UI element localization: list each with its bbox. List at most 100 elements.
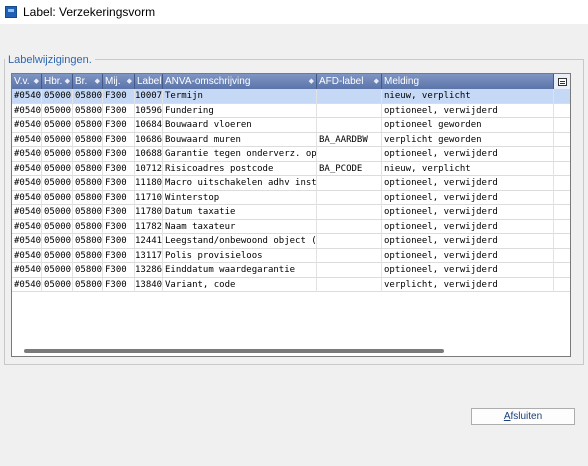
cell-hbr: 05000 — [44, 118, 73, 132]
cell-label: 11780 — [135, 205, 163, 219]
cell-melding: verplicht, verwijderd — [382, 277, 554, 292]
cell-filler — [554, 191, 570, 205]
cell-hbr: 05000 — [44, 205, 73, 219]
cell-hbr: 05000 — [44, 190, 73, 205]
cell-br: 05800 — [75, 89, 103, 103]
column-header-label: ANVA-omschrijving — [165, 76, 251, 87]
cell-melding: nieuw, verplicht — [382, 161, 554, 176]
cell-hbr: 05000 — [44, 234, 73, 248]
cell-mij: F300 — [103, 176, 135, 190]
table-row[interactable]: #0540 05000 05800 F300 10688 Garantie tegen o… — [12, 147, 570, 162]
app-icon — [5, 6, 17, 18]
column-chooser-button[interactable] — [554, 74, 570, 89]
cell-filler — [554, 249, 570, 263]
cell-afd-label — [317, 103, 382, 118]
table-row[interactable]: #0540 05000 05800 F300 10712 Risicoadres post… — [12, 161, 570, 176]
cell-afd-label — [317, 248, 382, 263]
cell-hbr: 05000 — [44, 219, 73, 234]
cell-hbr: 05000 — [44, 89, 73, 103]
table-row[interactable]: #0540 05000 05800 F300 11782 Naam taxateur opt… — [12, 219, 570, 234]
cell-afd-label — [317, 277, 382, 292]
close-button[interactable]: Afsluiten — [471, 408, 575, 425]
scrollbar-thumb[interactable] — [24, 349, 444, 353]
cell-omschrijving: Polis provisieloos — [163, 248, 317, 263]
cell-br: 05800 — [75, 176, 103, 190]
cell-mij: F300 — [103, 219, 135, 234]
cell-omschrijving: Termijn — [163, 89, 317, 103]
column-header-label: Br. — [75, 76, 88, 87]
horizontal-scrollbar[interactable] — [12, 346, 570, 356]
cell-filler — [554, 220, 570, 234]
cell-label: 12441 — [135, 234, 163, 248]
cell-vv: #0540 — [14, 118, 42, 132]
cell-hbr: 05000 — [44, 132, 73, 147]
column-header-anva-omschrijving[interactable]: ANVA-omschrijving ◆ — [163, 74, 317, 89]
cell-label: 10684 — [135, 118, 163, 132]
cell-omschrijving: Bouwaard muren — [163, 132, 317, 147]
grid-rows: #0540 05000 05800 F300 10007 Termijn nieuw, ve… — [12, 89, 570, 292]
table-row[interactable]: #0540 05000 05800 F300 10007 Termijn nieuw, ve… — [12, 89, 570, 104]
cell-omschrijving: Variant, code — [163, 277, 317, 292]
cell-mij: F300 — [103, 89, 135, 103]
cell-afd-label — [317, 176, 382, 190]
cell-filler — [554, 162, 570, 176]
cell-label: 10596 — [135, 103, 163, 118]
cell-mij: F300 — [103, 132, 135, 147]
cell-filler — [554, 147, 570, 161]
column-header-melding[interactable]: Melding — [382, 74, 554, 89]
cell-br: 05800 — [75, 277, 103, 292]
cell-filler — [554, 176, 570, 190]
table-row[interactable]: #0540 05000 05800 F300 13286 Einddatum waarde… — [12, 263, 570, 278]
table-row[interactable]: #0540 05000 05800 F300 11780 Datum taxatie opt… — [12, 205, 570, 220]
cell-mij: F300 — [103, 147, 135, 161]
title-bar: Label: Verzekeringsvorm — [0, 0, 588, 24]
cell-melding: optioneel geworden — [382, 118, 554, 132]
column-header-hbr[interactable]: Hbr. ◆ — [42, 74, 73, 89]
table-row[interactable]: #0540 05000 05800 F300 13117 Polis provisielo… — [12, 248, 570, 263]
table-row[interactable]: #0540 05000 05800 F300 13840 Variant, code ver… — [12, 277, 570, 292]
cell-vv: #0540 — [14, 161, 42, 176]
cell-mij: F300 — [103, 263, 135, 277]
column-header-vv[interactable]: V.v. ◆ — [12, 74, 42, 89]
cell-label: 13840 — [135, 277, 163, 292]
cell-omschrijving: Fundering — [163, 103, 317, 118]
cell-label: 10686 — [135, 132, 163, 147]
column-header-label: Melding — [384, 76, 420, 87]
cell-filler — [554, 104, 570, 118]
cell-br: 05800 — [75, 190, 103, 205]
column-header-afd-label[interactable]: AFD-label ◆ — [317, 74, 382, 89]
cell-vv: #0540 — [14, 219, 42, 234]
column-chooser-icon — [557, 77, 567, 86]
cell-br: 05800 — [75, 219, 103, 234]
column-header-mij[interactable]: Mij. ◆ — [103, 74, 135, 89]
cell-br: 05800 — [75, 118, 103, 132]
column-header-label: AFD-label — [319, 76, 364, 87]
table-row[interactable]: #0540 05000 05800 F300 11710 Winterstop option… — [12, 190, 570, 205]
cell-vv: #0540 — [14, 190, 42, 205]
table-row[interactable]: #0540 05000 05800 F300 10596 Fundering optione… — [12, 103, 570, 118]
cell-label: 11710 — [135, 190, 163, 205]
cell-afd-label — [317, 89, 382, 103]
cell-vv: #0540 — [14, 205, 42, 219]
cell-mij: F300 — [103, 234, 135, 248]
table-row[interactable]: #0540 05000 05800 F300 10686 Bouwaard muren BA… — [12, 132, 570, 147]
cell-melding: optioneel, verwijderd — [382, 219, 554, 234]
column-header-br[interactable]: Br. ◆ — [73, 74, 103, 89]
cell-melding: optioneel, verwijderd — [382, 205, 554, 219]
sort-icon: ◆ — [64, 78, 70, 85]
cell-melding: optioneel, verwijderd — [382, 147, 554, 161]
cell-melding: optioneel, verwijderd — [382, 234, 554, 248]
table-row[interactable]: #0540 05000 05800 F300 10684 Bouwaard vloeren… — [12, 118, 570, 133]
label-changes-grid[interactable]: V.v. ◆ Hbr. ◆ Br. ◆ Mij. ◆ Label ANVA-omschr… — [11, 73, 571, 357]
grid-header: V.v. ◆ Hbr. ◆ Br. ◆ Mij. ◆ Label ANVA-omschr… — [12, 74, 570, 89]
cell-omschrijving: Bouwaard vloeren — [163, 118, 317, 132]
cell-omschrijving: Garantie tegen onderverz. opst — [165, 147, 317, 161]
cell-label: 11782 — [135, 219, 163, 234]
cell-br: 05800 — [75, 248, 103, 263]
table-row[interactable]: #0540 05000 05800 F300 11180 Macro uitschakel… — [12, 176, 570, 191]
cell-afd-label — [317, 219, 382, 234]
cell-mij: F300 — [103, 277, 135, 292]
table-row[interactable]: #0540 05000 05800 F300 12441 Leegstand/onbewo… — [12, 234, 570, 249]
cell-afd-label — [317, 205, 382, 219]
column-header-label-code[interactable]: Label — [135, 74, 163, 89]
